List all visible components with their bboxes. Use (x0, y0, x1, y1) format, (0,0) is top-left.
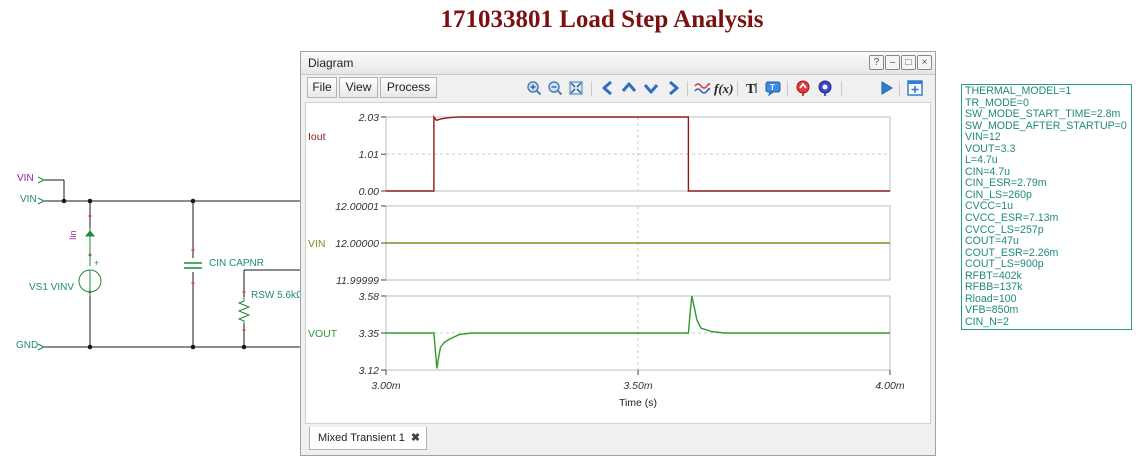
toolbar-separator (787, 81, 788, 96)
tab-close-icon[interactable]: ✖ (411, 427, 420, 449)
toolbar-separator (591, 81, 592, 96)
pin-dot (242, 290, 246, 294)
pin-dot (191, 248, 195, 252)
tab-label: Mixed Transient 1 (318, 432, 405, 444)
arrow-left-icon[interactable] (600, 80, 616, 96)
series-name-label: Iout (308, 131, 326, 143)
diagram-window[interactable]: Diagram ? – □ × File View Process f(x) T… (300, 51, 936, 456)
menu-view[interactable]: View (339, 77, 378, 98)
y-tick-label: 12.00000 (335, 238, 379, 250)
y-tick-label: 12.00001 (335, 201, 379, 213)
arrow-down-icon[interactable] (643, 80, 659, 96)
arrow-up-icon[interactable] (621, 80, 637, 96)
function-icon[interactable]: f(x) (713, 80, 733, 96)
pin-dot (88, 214, 92, 218)
junction-res-bottom (241, 344, 247, 350)
add-window-icon[interactable] (907, 80, 923, 96)
junction-vin (61, 198, 67, 204)
resistor-label: RSW 5.6kΩ (251, 290, 304, 301)
comment-icon[interactable]: T (765, 80, 781, 96)
y-tick-label: 0.00 (359, 186, 380, 198)
toolbar-separator (841, 81, 842, 96)
parameter-list: THERMAL_MODEL=1 TR_MODE=0 SW_MODE_START_TI… (961, 84, 1132, 331)
pin-dot (242, 328, 246, 332)
diagram-title: Diagram (308, 56, 354, 70)
gnd-terminal-icon (37, 343, 46, 351)
voltage-source-icon (78, 246, 102, 296)
zoom-out-icon[interactable] (547, 80, 563, 96)
schematic-canvas[interactable] (0, 0, 300, 468)
parameter-line: SW_MODE_START_TIME=2.8m (965, 108, 1121, 121)
junction-source-top (87, 198, 93, 204)
toolbar-separator (737, 81, 738, 96)
x-tick-label: 3.00m (371, 380, 400, 392)
zoom-fit-icon[interactable] (568, 80, 584, 96)
y-tick-label: 3.12 (359, 365, 380, 377)
y-tick-label: 2.03 (358, 112, 380, 124)
marker-blue-icon[interactable] (817, 80, 833, 96)
series-name-label: VIN (308, 238, 326, 250)
diagram-titlebar[interactable]: Diagram ? – □ × (301, 52, 935, 75)
diagram-tabbar: Mixed Transient 1 ✖ (301, 425, 935, 455)
waveform-plot[interactable]: 2.03 1.01 0.00 Iout 12.00001 12.00000 11.99999… (306, 103, 930, 423)
x-axis-label: Time (s) (619, 397, 657, 409)
parameter-line: CIN_N=2 (965, 315, 1009, 328)
junction-cap-bottom (190, 344, 196, 350)
toolbar-separator (687, 81, 688, 96)
vin-terminal-icon (37, 176, 46, 184)
parameter-line: CVCC_ESR=7.13m (965, 212, 1059, 225)
waveform-icon[interactable] (694, 80, 710, 96)
svg-text:f(x): f(x) (714, 81, 733, 96)
vin-rail-label: VIN (20, 194, 37, 205)
plot-area[interactable]: 2.03 1.01 0.00 Iout 12.00001 12.00000 11.99999… (305, 102, 931, 424)
vin-terminal-icon (37, 197, 46, 205)
parameter-line: THERMAL_MODEL=1 (965, 85, 1072, 97)
y-tick-label: 1.01 (359, 149, 379, 161)
series-name-label: VOUT (308, 328, 338, 340)
source-label: VS1 VINV (29, 282, 75, 293)
y-tick-label: 11.99999 (336, 275, 379, 287)
parameter-line: VIN=12 (965, 131, 1001, 144)
resistor-icon (237, 297, 251, 324)
current-probe-icon (84, 228, 96, 246)
page-title: 171033801 Load Step Analysis (440, 6, 764, 33)
toolbar-separator (899, 81, 900, 96)
menu-file[interactable]: File (307, 77, 337, 98)
capacitor-icon (184, 262, 202, 269)
y-tick-label: 3.35 (359, 328, 380, 340)
marker-red-icon[interactable] (795, 80, 811, 96)
text-icon[interactable]: T (744, 80, 760, 96)
junction-source-bottom (87, 344, 93, 350)
y-tick-label: 3.58 (359, 291, 380, 303)
menu-process[interactable]: Process (380, 77, 437, 98)
minimize-button[interactable]: – (885, 55, 900, 70)
vin-net-label: VIN (17, 173, 34, 184)
svg-text:T: T (746, 82, 756, 96)
tab-mixed-transient[interactable]: Mixed Transient 1 ✖ (309, 427, 428, 450)
plus-sign: + (94, 258, 100, 268)
parameter-line: COUT=47u (965, 235, 1019, 248)
gnd-label: GND (16, 340, 39, 351)
current-probe-label: Iin (68, 230, 78, 240)
close-button[interactable]: × (917, 55, 932, 70)
x-tick-label: 4.00m (875, 380, 904, 392)
play-icon[interactable] (878, 80, 894, 96)
arrow-right-icon[interactable] (665, 80, 681, 96)
junction-cap-top (190, 198, 196, 204)
x-tick-label: 3.50m (623, 380, 652, 392)
zoom-in-icon[interactable] (526, 80, 542, 96)
svg-text:T: T (770, 83, 775, 92)
help-button[interactable]: ? (869, 55, 884, 70)
pin-dot (191, 281, 195, 285)
capacitor-label: CIN CAPNR (209, 258, 265, 269)
maximize-button[interactable]: □ (901, 55, 916, 70)
